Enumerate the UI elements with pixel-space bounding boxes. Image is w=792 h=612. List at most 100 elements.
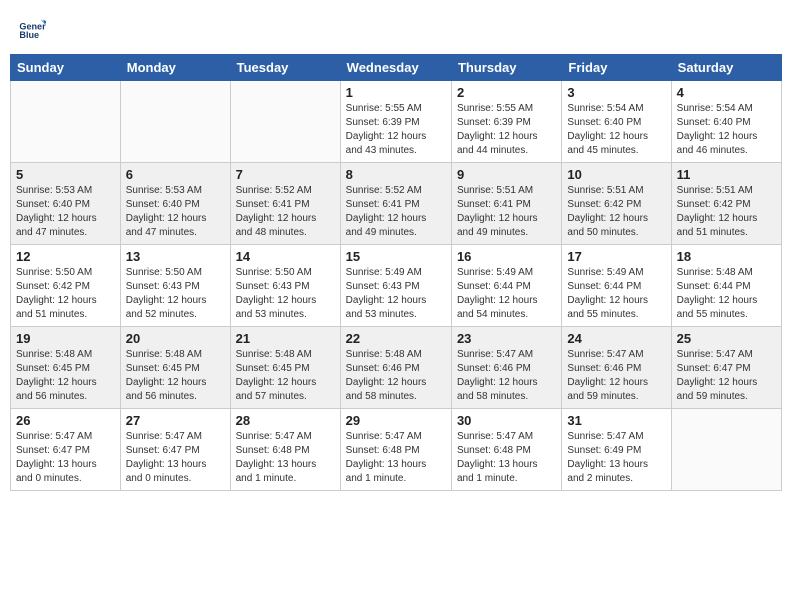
day-info: Sunrise: 5:51 AM Sunset: 6:41 PM Dayligh… [457, 184, 556, 240]
calendar-cell: 11 Sunrise: 5:51 AM Sunset: 6:42 PM Dayli… [671, 163, 781, 245]
day-header-friday: Friday [562, 55, 671, 81]
day-number: 15 [346, 249, 446, 264]
calendar-cell: 3 Sunrise: 5:54 AM Sunset: 6:40 PM Daylig… [562, 81, 671, 163]
calendar-cell [11, 81, 121, 163]
calendar-cell: 19Sunrise: 5:48 AM Sunset: 6:45 PM Dayli… [11, 327, 121, 409]
calendar-cell: 27 Sunrise: 5:47 AM Sunset: 6:47 PM Dayli… [120, 409, 230, 491]
calendar-cell: 18Sunrise: 5:48 AM Sunset: 6:44 PM Dayli… [671, 245, 781, 327]
day-info: Sunrise: 5:47 AM Sunset: 6:47 PM Dayligh… [677, 348, 776, 404]
calendar-cell [671, 409, 781, 491]
day-info: Sunrise: 5:53 AM Sunset: 6:40 PM Dayligh… [16, 184, 115, 240]
day-number: 29 [346, 413, 446, 428]
calendar-cell: 26Sunrise: 5:47 AM Sunset: 6:47 PM Dayli… [11, 409, 121, 491]
day-number: 22 [346, 331, 446, 346]
day-number: 21 [236, 331, 335, 346]
day-info: Sunrise: 5:49 AM Sunset: 6:44 PM Dayligh… [457, 266, 556, 322]
day-number: 5 [16, 167, 115, 182]
day-number: 13 [126, 249, 225, 264]
calendar-cell: 25 Sunrise: 5:47 AM Sunset: 6:47 PM Dayli… [671, 327, 781, 409]
logo-icon: General Blue [18, 14, 46, 42]
day-number: 25 [677, 331, 776, 346]
day-info: Sunrise: 5:50 AM Sunset: 6:42 PM Dayligh… [16, 266, 115, 322]
calendar-cell: 30 Sunrise: 5:47 AM Sunset: 6:48 PM Dayli… [451, 409, 561, 491]
day-number: 30 [457, 413, 556, 428]
calendar-cell: 16 Sunrise: 5:49 AM Sunset: 6:44 PM Dayli… [451, 245, 561, 327]
page-header: General Blue [10, 10, 782, 46]
calendar-cell: 24 Sunrise: 5:47 AM Sunset: 6:46 PM Dayli… [562, 327, 671, 409]
calendar-cell: 23Sunrise: 5:47 AM Sunset: 6:46 PM Dayli… [451, 327, 561, 409]
day-number: 31 [567, 413, 665, 428]
calendar-week-5: 26 Sunrise: 5:47 AM Sunset: 6:47 PM Dayli… [11, 409, 782, 491]
day-number: 4 [677, 85, 776, 100]
day-info: Sunrise: 5:52 AM Sunset: 6:41 PM Dayligh… [236, 184, 335, 240]
calendar-cell: 10 Sunrise: 5:51 AM Sunset: 6:42 PM Dayli… [562, 163, 671, 245]
calendar-cell: 12 Sunrise: 5:50 AM Sunset: 6:42 PM Dayli… [11, 245, 121, 327]
day-info: Sunrise: 5:54 AM Sunset: 6:40 PM Dayligh… [677, 102, 776, 158]
day-info: Sunrise: 5:51 AM Sunset: 6:42 PM Dayligh… [677, 184, 776, 240]
day-number: 14 [236, 249, 335, 264]
day-number: 18 [677, 249, 776, 264]
day-info: Sunrise: 5:53 AM Sunset: 6:40 PM Dayligh… [126, 184, 225, 240]
day-number: 9 [457, 167, 556, 182]
day-info: Sunrise: 5:55 AM Sunset: 6:39 PM Dayligh… [457, 102, 556, 158]
day-info: Sunrise: 5:51 AM Sunset: 6:42 PM Dayligh… [567, 184, 665, 240]
svg-text:Blue: Blue [19, 30, 39, 40]
calendar-cell: 17 Sunrise: 5:49 AM Sunset: 6:44 PM Dayli… [562, 245, 671, 327]
calendar-cell: 20Sunrise: 5:48 AM Sunset: 6:45 PM Dayli… [120, 327, 230, 409]
day-number: 27 [126, 413, 225, 428]
day-info: Sunrise: 5:47 AM Sunset: 6:48 PM Dayligh… [236, 430, 335, 486]
calendar-cell: 15 Sunrise: 5:49 AM Sunset: 6:43 PM Dayli… [340, 245, 451, 327]
calendar-week-4: 19 Sunrise: 5:48 AM Sunset: 6:45 PM Dayli… [11, 327, 782, 409]
day-number: 12 [16, 249, 115, 264]
day-number: 1 [346, 85, 446, 100]
calendar-cell: 9 Sunrise: 5:51 AM Sunset: 6:41 PM Daylig… [451, 163, 561, 245]
day-info: Sunrise: 5:47 AM Sunset: 6:48 PM Dayligh… [457, 430, 556, 486]
calendar-cell: 22Sunrise: 5:48 AM Sunset: 6:46 PM Dayli… [340, 327, 451, 409]
day-info: Sunrise: 5:47 AM Sunset: 6:48 PM Dayligh… [346, 430, 446, 486]
calendar-cell: 6Sunrise: 5:53 AM Sunset: 6:40 PM Daylig… [120, 163, 230, 245]
day-number: 11 [677, 167, 776, 182]
day-number: 8 [346, 167, 446, 182]
day-info: Sunrise: 5:54 AM Sunset: 6:40 PM Dayligh… [567, 102, 665, 158]
calendar-week-1: 1 Sunrise: 5:55 AM Sunset: 6:39 PM Daylig… [11, 81, 782, 163]
calendar-cell: 14 Sunrise: 5:50 AM Sunset: 6:43 PM Dayli… [230, 245, 340, 327]
day-info: Sunrise: 5:49 AM Sunset: 6:43 PM Dayligh… [346, 266, 446, 322]
day-number: 17 [567, 249, 665, 264]
calendar-cell: 8 Sunrise: 5:52 AM Sunset: 6:41 PM Daylig… [340, 163, 451, 245]
day-info: Sunrise: 5:52 AM Sunset: 6:41 PM Dayligh… [346, 184, 446, 240]
calendar-header-row: SundayMondayTuesdayWednesdayThursdayFrid… [11, 55, 782, 81]
calendar-week-3: 12 Sunrise: 5:50 AM Sunset: 6:42 PM Dayli… [11, 245, 782, 327]
day-info: Sunrise: 5:55 AM Sunset: 6:39 PM Dayligh… [346, 102, 446, 158]
day-number: 16 [457, 249, 556, 264]
logo: General Blue [18, 14, 50, 42]
day-number: 28 [236, 413, 335, 428]
day-info: Sunrise: 5:49 AM Sunset: 6:44 PM Dayligh… [567, 266, 665, 322]
calendar-table: SundayMondayTuesdayWednesdayThursdayFrid… [10, 54, 782, 491]
day-number: 7 [236, 167, 335, 182]
calendar-cell: 13 Sunrise: 5:50 AM Sunset: 6:43 PM Dayli… [120, 245, 230, 327]
day-info: Sunrise: 5:47 AM Sunset: 6:47 PM Dayligh… [126, 430, 225, 486]
calendar-cell [120, 81, 230, 163]
day-header-thursday: Thursday [451, 55, 561, 81]
calendar-cell: 21Sunrise: 5:48 AM Sunset: 6:45 PM Dayli… [230, 327, 340, 409]
day-number: 19 [16, 331, 115, 346]
day-info: Sunrise: 5:50 AM Sunset: 6:43 PM Dayligh… [126, 266, 225, 322]
day-header-tuesday: Tuesday [230, 55, 340, 81]
day-header-saturday: Saturday [671, 55, 781, 81]
day-number: 26 [16, 413, 115, 428]
day-number: 23 [457, 331, 556, 346]
calendar-cell: 4 Sunrise: 5:54 AM Sunset: 6:40 PM Daylig… [671, 81, 781, 163]
calendar-cell: 2Sunrise: 5:55 AM Sunset: 6:39 PM Daylig… [451, 81, 561, 163]
day-info: Sunrise: 5:47 AM Sunset: 6:46 PM Dayligh… [567, 348, 665, 404]
day-number: 24 [567, 331, 665, 346]
day-header-sunday: Sunday [11, 55, 121, 81]
day-info: Sunrise: 5:47 AM Sunset: 6:49 PM Dayligh… [567, 430, 665, 486]
day-info: Sunrise: 5:48 AM Sunset: 6:45 PM Dayligh… [126, 348, 225, 404]
calendar-cell: 1 Sunrise: 5:55 AM Sunset: 6:39 PM Daylig… [340, 81, 451, 163]
day-info: Sunrise: 5:50 AM Sunset: 6:43 PM Dayligh… [236, 266, 335, 322]
day-number: 3 [567, 85, 665, 100]
day-header-monday: Monday [120, 55, 230, 81]
day-number: 10 [567, 167, 665, 182]
calendar-cell: 31 Sunrise: 5:47 AM Sunset: 6:49 PM Dayli… [562, 409, 671, 491]
calendar-week-2: 5 Sunrise: 5:53 AM Sunset: 6:40 PM Daylig… [11, 163, 782, 245]
